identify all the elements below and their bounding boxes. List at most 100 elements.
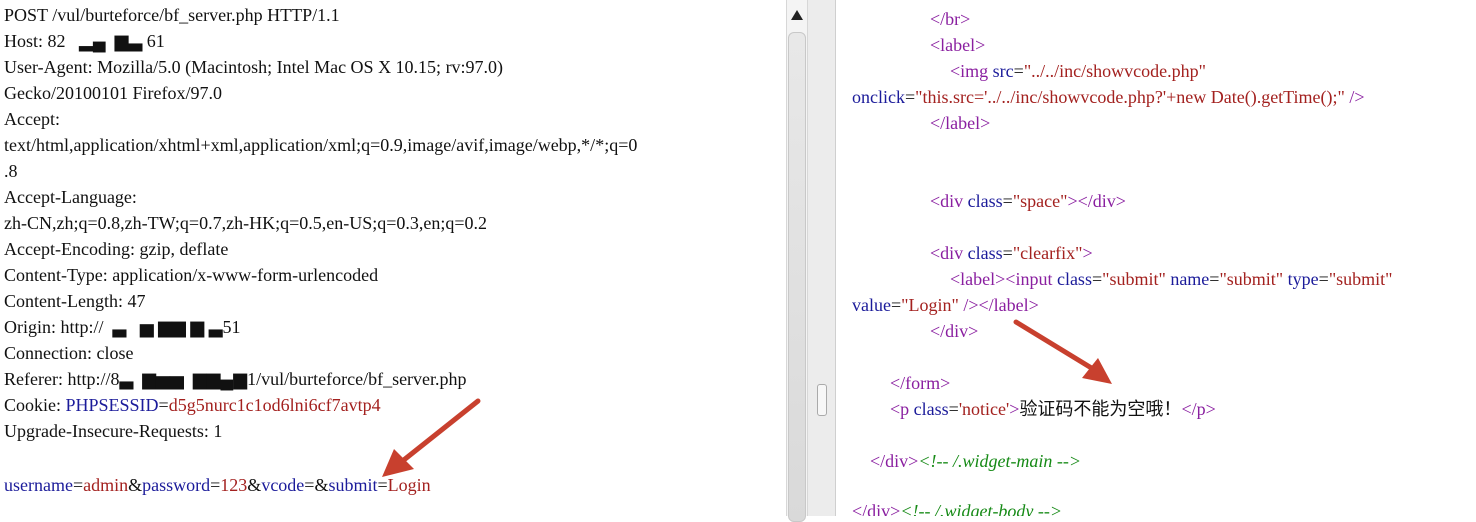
onclick-value: "this.src='../../inc/showvcode.php?'+new…: [915, 87, 1345, 107]
annotation-arrow-right: [1013, 319, 1112, 384]
gt: >: [1082, 243, 1093, 263]
scroll-thumb[interactable]: [788, 32, 806, 522]
user-agent-cont: Gecko/20100101 Firefox/97.0: [4, 83, 222, 103]
resp-line-label-close: </label>: [930, 110, 990, 136]
label-close-tag: </label>: [930, 113, 991, 133]
value-username: admin: [83, 475, 129, 495]
cookie-header: Cookie: PHPSESSID=d5g5nurc1c1od6lni6cf7a…: [4, 392, 381, 418]
eq: =: [1209, 269, 1220, 289]
content-type-header: Content-Type: application/x-www-form-url…: [4, 265, 379, 285]
origin-header: Origin: http:// ▃ ▅ ▆▆ ▆ ▃51: [4, 317, 241, 337]
class-value: 'notice': [958, 399, 1010, 419]
request-pane[interactable]: POST /vul/burteforce/bf_server.php HTTP/…: [0, 0, 786, 516]
referer-header: Referer: http://8▃ ▆▅▅ ▆▆▄▆1/vul/burtefo…: [4, 369, 467, 389]
value-password: 123: [220, 475, 248, 495]
resp-line-value: value="Login" /></label>: [852, 292, 1039, 318]
split-grip-icon[interactable]: [817, 384, 827, 416]
value-attr: value: [852, 295, 891, 315]
accept-value: text/html,application/xhtml+xml,applicat…: [4, 135, 638, 155]
accept-language-value: zh-CN,zh;q=0.8,zh-TW;q=0.7,zh-HK;q=0.5,e…: [4, 213, 488, 233]
eq: =: [890, 295, 902, 315]
request-scrollbar[interactable]: [786, 0, 808, 522]
upgrade-header: Upgrade-Insecure-Requests: 1: [4, 421, 223, 441]
div-close: </div>: [852, 501, 901, 516]
resp-line-comment-main: </div><!-- /.widget-main -->: [870, 448, 1081, 474]
accept-value-cont: .8: [4, 161, 18, 181]
self-close: />: [958, 295, 979, 315]
eq: =: [1091, 269, 1103, 289]
cookie-label: Cookie:: [4, 395, 66, 415]
div-close: </div>: [930, 321, 979, 341]
eq: =: [1318, 269, 1329, 289]
resp-line-input: <label><input class="submit" name="submi…: [950, 266, 1393, 292]
type-attr: type: [1287, 269, 1319, 289]
src-attr: src: [992, 61, 1014, 81]
resp-line-comment-body: </div><!-- /.widget-body -->: [852, 498, 1062, 516]
resp-line-div-close: </div>: [930, 318, 978, 344]
img-tag: <img: [950, 61, 989, 81]
gt: >: [1009, 399, 1020, 419]
amp: &: [314, 475, 329, 495]
class-value: "submit": [1102, 269, 1166, 289]
comment: <!-- /.widget-main -->: [918, 451, 1082, 471]
type-value: "submit": [1328, 269, 1393, 289]
scroll-up-arrow-icon[interactable]: [791, 10, 803, 20]
resp-line-notice: <p class='notice'>验证码不能为空哦！</p>: [890, 396, 1216, 422]
cookie-key: PHPSESSID: [65, 395, 159, 415]
eq: =: [1002, 191, 1013, 211]
name-attr: name: [1170, 269, 1210, 289]
class-attr: class: [1056, 269, 1092, 289]
accept-language-header: Accept-Language:: [4, 187, 137, 207]
request-line: POST /vul/burteforce/bf_server.php HTTP/…: [4, 5, 340, 25]
content-length-header: Content-Length: 47: [4, 291, 146, 311]
br-tag: </br>: [930, 9, 971, 29]
notice-message: 验证码不能为空哦！: [1019, 399, 1182, 419]
p-open: <p: [890, 399, 910, 419]
eq: =: [1002, 243, 1013, 263]
accept-encoding-header: Accept-Encoding: gzip, deflate: [4, 239, 229, 259]
param-username: username: [4, 475, 73, 495]
label-open: <label>: [950, 269, 1006, 289]
resp-line-br: </br>: [930, 6, 970, 32]
param-vcode: vcode: [261, 475, 305, 495]
form-close-tag: </form>: [890, 373, 951, 393]
host-header: Host: 82 ▂▄ ▆▃ 61: [4, 31, 165, 51]
class-attr: class: [967, 191, 1003, 211]
annotation-arrow-left: [382, 398, 481, 477]
input-open: <input: [1005, 269, 1053, 289]
div-close: </div>: [870, 451, 919, 471]
accept-header: Accept:: [4, 109, 60, 129]
class-attr: class: [913, 399, 949, 419]
value-value: "Login": [901, 295, 959, 315]
amp: &: [128, 475, 143, 495]
eq: =: [210, 475, 221, 495]
param-password: password: [142, 475, 211, 495]
comment: <!-- /.widget-body -->: [900, 501, 1063, 516]
amp: &: [247, 475, 262, 495]
resp-line-div-clearfix: <div class="clearfix">: [930, 240, 1093, 266]
p-close: </p>: [1181, 399, 1216, 419]
eq: =: [904, 87, 916, 107]
class-attr: class: [967, 243, 1003, 263]
eq: =: [304, 475, 315, 495]
resp-line-form-close: </form>: [890, 370, 950, 396]
resp-line-onclick: onclick="this.src='../../inc/showvcode.p…: [852, 84, 1365, 110]
connection-header: Connection: close: [4, 343, 134, 363]
split-divider[interactable]: [808, 0, 836, 516]
eq: =: [1013, 61, 1024, 81]
cookie-eq: =: [158, 395, 169, 415]
eq: =: [72, 475, 84, 495]
cookie-value: d5g5nurc1c1od6lni6cf7avtp4: [168, 395, 381, 415]
div-open: <div: [930, 243, 964, 263]
label-close: </label>: [978, 295, 1039, 315]
self-close: />: [1344, 87, 1365, 107]
resp-line-label-open: <label>: [930, 32, 985, 58]
class-value: "clearfix": [1012, 243, 1083, 263]
request-body: username=admin&password=123&vcode=&submi…: [4, 472, 431, 498]
class-value: "space": [1012, 191, 1068, 211]
div-close: </div>: [1077, 191, 1126, 211]
div-open: <div: [930, 191, 964, 211]
response-pane[interactable]: </br> <label> <img src="../../inc/showvc…: [836, 0, 1476, 516]
label-open-tag: <label>: [930, 35, 986, 55]
name-value: "submit": [1219, 269, 1284, 289]
